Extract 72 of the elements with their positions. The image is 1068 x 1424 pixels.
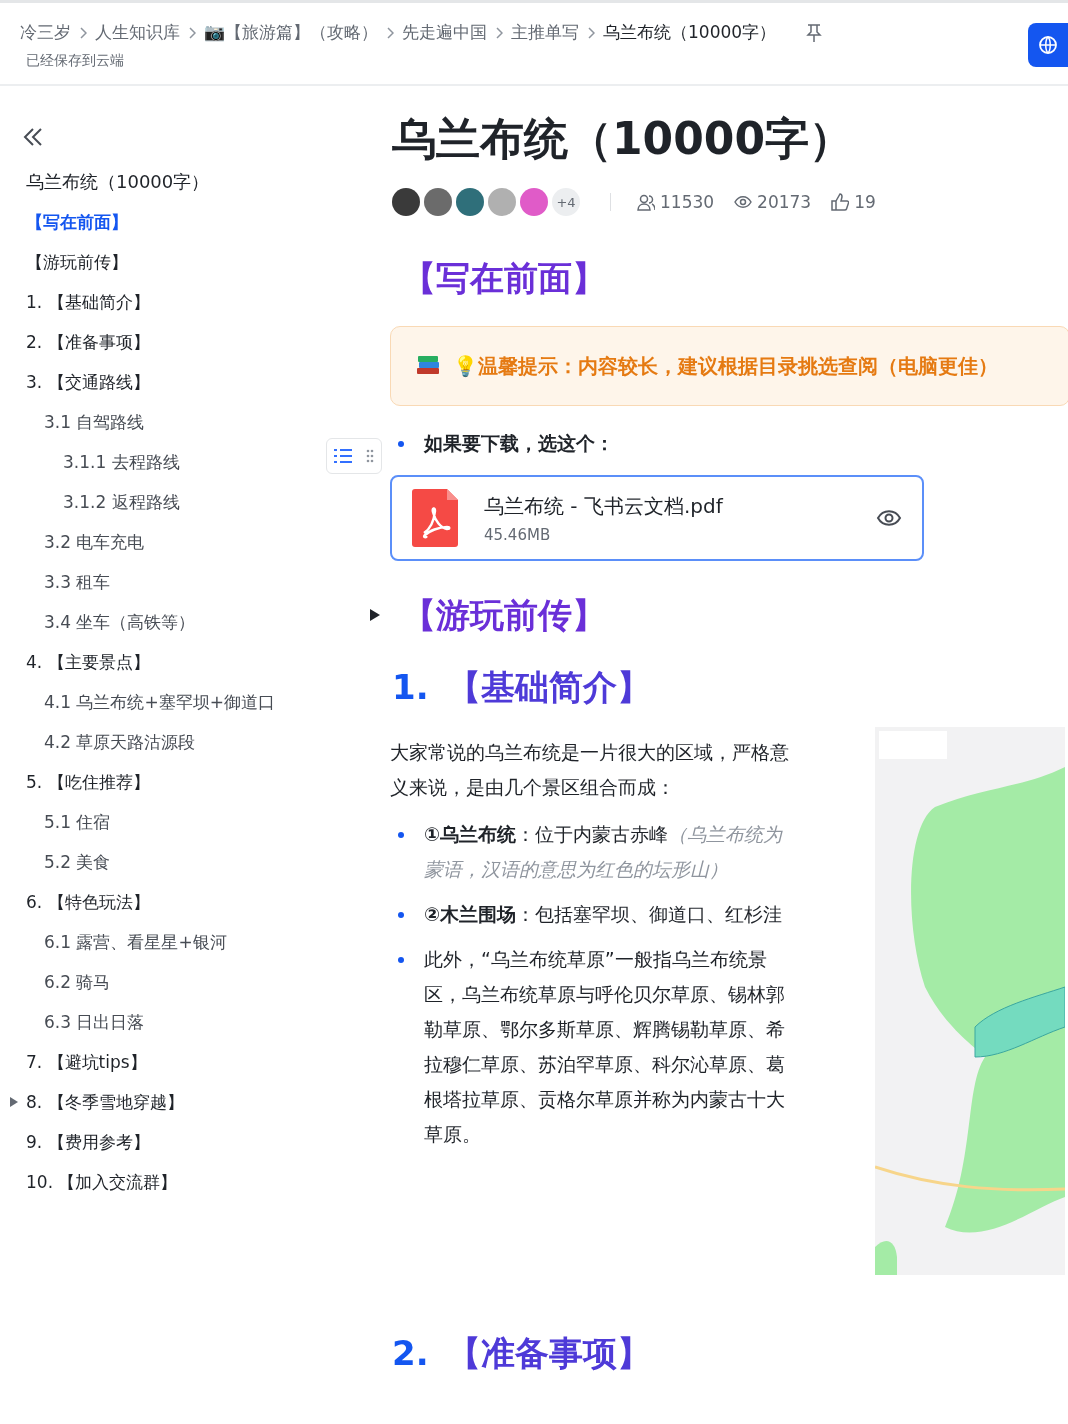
chevron-right-icon [188,26,196,39]
outline-toggle-button[interactable] [326,438,382,474]
section-heading: 【游玩前传】 [402,591,1068,639]
bullet-text: ②木兰围场：包括塞罕坝、御道口、红杉洼 [424,902,783,927]
section-heading: 1. 【基础简介】 [392,666,652,709]
globe-icon [1038,35,1058,55]
collapse-sidebar-icon[interactable] [22,126,44,148]
outline-item[interactable]: 4. 【主要景点】 [22,642,390,682]
section-heading: 2. 【准备事项】 [392,1332,652,1375]
section-heading: 【写在前面】 [402,257,607,300]
outline-item[interactable]: 5. 【吃住推荐】 [22,762,390,802]
outline-item[interactable]: 乌兰布统（10000字） [22,162,390,202]
pdf-file-icon [412,489,458,547]
thumbs-up-icon [831,193,850,211]
breadcrumb-link[interactable]: 乌兰布统（10000字） [603,21,777,44]
save-status: 已经保存到云端 [25,52,125,70]
share-button[interactable] [1028,23,1068,67]
chevron-right-icon [386,26,394,39]
bullet-text: ①乌兰布统：位于内蒙古赤峰（乌兰布统为蒙语，汉语的意思为红色的坛形山） [424,822,784,882]
outline-item[interactable]: 1. 【基础简介】 [22,282,390,322]
outline-item[interactable]: 3. 【交通路线】 [22,362,390,402]
bullet-dot [398,957,404,963]
chevron-right-icon [79,26,87,39]
pin-icon[interactable] [806,23,823,42]
outline-item[interactable]: 7. 【避坑tips】 [22,1042,390,1082]
breadcrumb-link[interactable]: 冷三岁 [20,21,71,44]
views-count: 20173 [757,192,812,212]
outline-item[interactable]: 9. 【费用参考】 [22,1122,390,1162]
chevron-right-icon [587,26,595,39]
outline-item[interactable]: 6.3 日出日落 [22,1002,390,1042]
breadcrumb-link[interactable]: 主推单写 [511,21,579,44]
breadcrumb-link[interactable]: 先走遍中国 [402,21,487,44]
bullet-dot [398,441,404,447]
outline-item[interactable]: 4.1 乌兰布统+塞罕坝+御道口 [22,682,390,722]
outline-item[interactable]: 3.1.2 返程路线 [22,482,390,522]
outline-item[interactable]: 3.1.1 去程路线 [22,442,390,482]
outline-item[interactable]: 5.1 住宿 [22,802,390,842]
outline-item[interactable]: 5.2 美食 [22,842,390,882]
readers-count: 11530 [660,192,715,212]
file-attachment-card[interactable]: 乌兰布统 - 飞书云文档.pdf 45.46MB [390,475,924,561]
outline-item[interactable]: 3.4 坐车（高铁等） [22,602,390,642]
document-title: 乌兰布统（10000字） [392,112,855,166]
people-icon [637,193,655,211]
outline-item[interactable]: 3.3 租车 [22,562,390,602]
outline-item[interactable]: 8. 【冬季雪地穿越】 [22,1082,390,1122]
tip-text: 💡温馨提示：内容较长，建议根据目录挑选查阅（电脑更佳） [453,352,998,380]
file-name: 乌兰布统 - 飞书云文档.pdf [484,492,725,520]
chevron-right-icon [495,26,503,39]
list-icon [334,449,352,463]
outline-item[interactable]: 4.2 草原天路沽源段 [22,722,390,762]
eye-icon [734,193,753,211]
more-collaborators-count[interactable]: +4 [552,188,580,216]
bullet-dot [398,912,404,918]
outline-item[interactable]: 3.1 自驾路线 [22,402,390,442]
bullet-dot [398,832,404,838]
outline-item[interactable]: 6.1 露营、看星星+银河 [22,922,390,962]
breadcrumb-link[interactable]: 人生知识库 [95,21,180,44]
outline-item[interactable]: 6.2 骑马 [22,962,390,1002]
breadcrumb-link[interactable]: 📷【旅游篇】（攻略） [204,21,378,44]
drag-handle-icon [366,449,374,463]
bullet-text: 如果要下载，选这个： [424,431,614,456]
expand-triangle-icon[interactable] [370,609,380,621]
outline-item[interactable]: 3.2 电车充电 [22,522,390,562]
bullet-text: 此外，“乌兰布统草原”一般指乌兰布统景区，乌兰布统草原与呼伦贝尔草原、锡林郭勒草原、鄂尔多斯草原、辉腾锡勒草原、希拉穆仁草原、苏泊罕草原、科尔沁草原、葛根塔拉草原、贡格尔草原并称为内蒙古十大草原。 [424,947,786,1147]
paragraph: 大家常说的乌兰布统是一片很大的区域，严格意义来说，是由几个景区组合而成： [390,740,790,800]
likes-count: 19 [854,192,876,212]
outline-item[interactable]: 【游玩前传】 [22,242,390,282]
outline-item[interactable]: 【写在前面】 [22,202,390,242]
file-size: 45.46MB [484,525,552,544]
outline-item[interactable]: 6. 【特色玩法】 [22,882,390,922]
outline-item[interactable]: 2. 【准备事项】 [22,322,390,362]
outline-item[interactable]: 10. 【加入交流群】 [22,1162,390,1202]
